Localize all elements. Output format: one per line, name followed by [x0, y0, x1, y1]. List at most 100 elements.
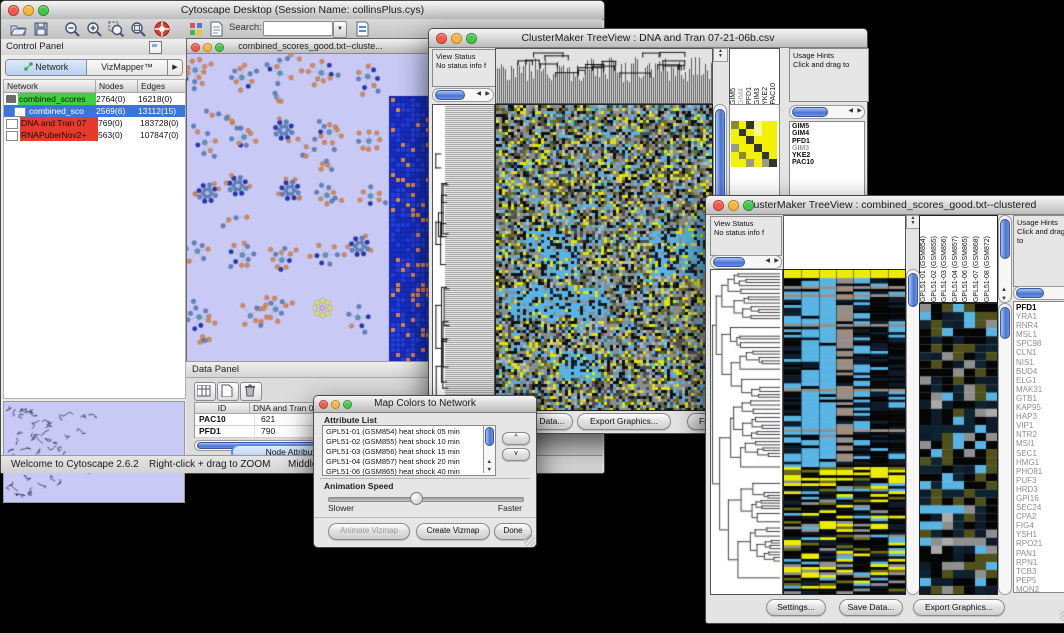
- zoom-selected-icon[interactable]: [107, 20, 125, 38]
- gene-label[interactable]: SEC24: [1016, 503, 1064, 512]
- gene-label[interactable]: SEC1: [1016, 449, 1064, 458]
- gene-label[interactable]: MSL1: [1016, 330, 1064, 339]
- move-down-button[interactable]: v: [502, 448, 530, 461]
- search-input[interactable]: [263, 21, 333, 36]
- treeview2-export-graphics-button[interactable]: Export Graphics...: [913, 599, 1005, 616]
- gene-label[interactable]: PAN1: [1016, 549, 1064, 558]
- annotation-icon[interactable]: [207, 20, 225, 38]
- column-label[interactable]: PFD1: [746, 87, 754, 105]
- attribute-list-item[interactable]: GPL51-01 (GSM854) heat shock 05 min: [326, 427, 495, 437]
- treeview2-save-data-button[interactable]: Save Data...: [839, 599, 903, 616]
- treeview2-titlebar[interactable]: ClusterMaker TreeView : combined_scores_…: [706, 196, 1064, 215]
- attribute-list-item[interactable]: GPL51-02 (GSM855) heat shock 10 min: [326, 437, 495, 447]
- treeview1-labels-hscroll[interactable]: ◀ ▶: [789, 105, 865, 119]
- gene-label[interactable]: TCB3: [1016, 567, 1064, 576]
- scroll-thumb[interactable]: [1000, 219, 1010, 259]
- column-label[interactable]: GPL51-02 (GSM855): [931, 236, 942, 302]
- gene-label[interactable]: GIM3: [792, 145, 864, 152]
- zoom-fit-icon[interactable]: [129, 20, 147, 38]
- gene-label[interactable]: NIS1: [1016, 358, 1064, 367]
- scroll-down-icon[interactable]: ▼: [1001, 296, 1007, 302]
- treeview1-scroll-corner[interactable]: ▲▼: [713, 48, 728, 62]
- scroll-thumb[interactable]: [1000, 307, 1010, 339]
- network-table-row[interactable]: combined_sco2569(6)13112(15): [4, 105, 185, 117]
- close-button[interactable]: [713, 200, 724, 211]
- treeview1-export-graphics-button[interactable]: Export Graphics...: [577, 413, 671, 430]
- minimize-button[interactable]: [203, 43, 212, 52]
- vizmapper-icon[interactable]: [187, 20, 205, 38]
- animation-speed-slider[interactable]: [328, 497, 524, 502]
- gene-label[interactable]: NTR2: [1016, 430, 1064, 439]
- save-icon[interactable]: [32, 20, 50, 38]
- treeview2-row-dendrogram[interactable]: [710, 269, 783, 595]
- column-label[interactable]: GPL51-06 (GSM865): [962, 236, 973, 302]
- gene-label[interactable]: PEP5: [1016, 576, 1064, 585]
- delete-attribute-icon[interactable]: [240, 382, 262, 401]
- treeview2-summary-vscroll[interactable]: [998, 303, 1012, 595]
- gene-label[interactable]: MAK31: [1016, 385, 1064, 394]
- gene-label[interactable]: RPO21: [1016, 539, 1064, 548]
- gene-label[interactable]: GPI16: [1016, 494, 1064, 503]
- gene-label[interactable]: PAC10: [792, 159, 864, 166]
- scroll-right-icon[interactable]: ▶: [485, 90, 490, 97]
- zoom-button[interactable]: [743, 200, 754, 211]
- treeview1-summary-heatmap[interactable]: [731, 121, 777, 167]
- scroll-up-icon[interactable]: ▲: [1001, 287, 1007, 293]
- column-label[interactable]: PAC10: [770, 83, 778, 105]
- gene-label[interactable]: GIM5: [792, 123, 864, 130]
- gene-label[interactable]: YKE2: [792, 152, 864, 159]
- zoom-in-icon[interactable]: [85, 20, 103, 38]
- gene-label[interactable]: KAP95: [1016, 403, 1064, 412]
- zoom-button[interactable]: [466, 33, 477, 44]
- tab-network[interactable]: Network: [6, 60, 87, 75]
- scroll-thumb[interactable]: [908, 273, 918, 307]
- column-label[interactable]: GPL51-01 (GSM854): [920, 236, 931, 302]
- slider-thumb[interactable]: [410, 492, 423, 505]
- treeview2-dendro-hscroll[interactable]: ◀ ▶: [710, 255, 782, 269]
- treeview1-heatmap[interactable]: [495, 104, 713, 411]
- main-titlebar[interactable]: Cytoscape Desktop (Session Name: collins…: [1, 1, 604, 20]
- resize-grip[interactable]: [1060, 610, 1064, 621]
- network-table-row[interactable]: DNA and Tran 07769(0)183728(0): [4, 117, 185, 129]
- scroll-thumb[interactable]: [435, 90, 465, 100]
- new-attribute-icon[interactable]: [217, 382, 239, 401]
- tab-vizmapper[interactable]: VizMapper™: [87, 60, 167, 75]
- close-button[interactable]: [8, 5, 19, 16]
- gene-label[interactable]: ELG1: [1016, 376, 1064, 385]
- minimize-button[interactable]: [23, 5, 34, 16]
- zoom-out-icon[interactable]: [63, 20, 81, 38]
- gene-label[interactable]: MSI1: [1016, 439, 1064, 448]
- create-vizmap-button[interactable]: Create Vizmap: [416, 523, 490, 540]
- column-label[interactable]: GIM3: [754, 88, 762, 105]
- scroll-down-icon[interactable]: ▼: [487, 467, 492, 473]
- resize-grip[interactable]: [524, 535, 535, 546]
- column-label[interactable]: GIM4: [738, 88, 746, 105]
- treeview2-summary-heatmap[interactable]: [919, 303, 998, 595]
- treeview2-settings-button[interactable]: Settings...: [766, 599, 826, 616]
- open-folder-icon[interactable]: [9, 20, 27, 38]
- network-canvas[interactable]: [187, 54, 432, 362]
- attribute-list-item[interactable]: GPL51-06 (GSM865) heat shock 40 min: [326, 467, 495, 476]
- close-button[interactable]: [191, 43, 200, 52]
- gene-label[interactable]: HAP3: [1016, 412, 1064, 421]
- column-label[interactable]: GPL51-07 (GSM868): [973, 236, 984, 302]
- column-label[interactable]: GPL51-04 (GSM857): [952, 236, 963, 302]
- treeview2-scroll-corner[interactable]: ▲▼: [906, 215, 920, 229]
- treeview2-column-dendrogram[interactable]: [783, 215, 906, 270]
- gene-label[interactable]: HRD3: [1016, 485, 1064, 494]
- network-overview-thumbnail[interactable]: [3, 401, 185, 503]
- help-ring-icon[interactable]: [153, 20, 171, 38]
- gene-label[interactable]: PFD1: [792, 138, 864, 145]
- scroll-right-icon[interactable]: ▶: [857, 107, 862, 114]
- zoom-button[interactable]: [343, 400, 352, 409]
- gene-label[interactable]: CLN1: [1016, 348, 1064, 357]
- treeview1-column-dendrogram[interactable]: [495, 48, 713, 104]
- gene-label[interactable]: HMG1: [1016, 458, 1064, 467]
- move-up-button[interactable]: ^: [502, 432, 530, 445]
- treeview2-heatmap[interactable]: [783, 269, 906, 595]
- scroll-left-icon[interactable]: ◀: [848, 107, 853, 114]
- gene-label[interactable]: BUD4: [1016, 367, 1064, 376]
- gene-label[interactable]: YRA1: [1016, 312, 1064, 321]
- gene-label[interactable]: VIP1: [1016, 421, 1064, 430]
- gene-label[interactable]: GTB1: [1016, 394, 1064, 403]
